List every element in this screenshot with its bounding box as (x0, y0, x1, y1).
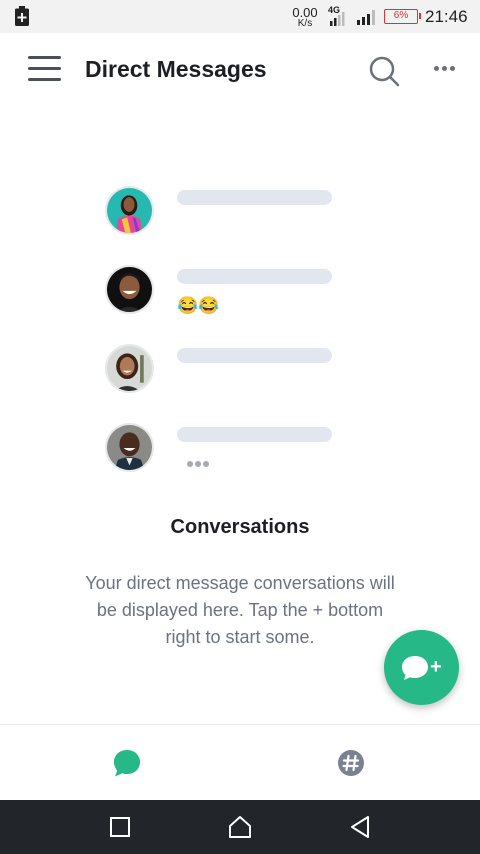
page-title: Direct Messages (85, 56, 267, 82)
placeholder-conversation (105, 344, 345, 394)
search-icon[interactable] (368, 55, 400, 87)
hashtag-icon[interactable] (333, 745, 369, 781)
new-chat-plus-icon: + (402, 656, 442, 680)
empty-state-title: Conversations (170, 516, 310, 538)
fab-plus-label: + (430, 656, 442, 678)
back-icon[interactable] (346, 813, 374, 841)
network-speed: 0.00 K/s (288, 6, 322, 29)
placeholder-conversation (105, 423, 345, 473)
message-placeholder-bar (177, 427, 332, 442)
avatar-man-smiling (105, 423, 154, 472)
system-navigation-bar (0, 800, 480, 854)
bottom-tab-bar (0, 724, 480, 800)
message-placeholder-bar (177, 348, 332, 363)
typing-indicator-icon (187, 461, 211, 469)
laughing-emoji: 😂😂 (177, 296, 220, 315)
direct-messages-screen: 0.00 K/s 4G 6% 21:46 Direct Messages 😂😂 … (0, 0, 480, 854)
signal-icon (357, 10, 375, 25)
network-speed-unit: K/s (297, 18, 313, 29)
battery-percent: 6% (393, 10, 409, 21)
placeholder-conversation (105, 186, 345, 236)
message-placeholder-bar (177, 190, 332, 205)
placeholder-conversation: 😂😂 (105, 265, 345, 315)
recent-apps-icon[interactable] (106, 813, 134, 841)
avatar-man-laughing (105, 265, 154, 314)
avatar-woman-colorful-top (105, 186, 154, 235)
new-conversation-button[interactable]: + (384, 630, 459, 705)
status-bar: 0.00 K/s 4G 6% 21:46 (0, 0, 480, 33)
app-header: Direct Messages (0, 33, 480, 109)
avatar-woman-smiling (105, 344, 154, 393)
home-icon[interactable] (226, 813, 254, 841)
more-options-icon[interactable] (432, 65, 458, 73)
message-placeholder-bar (177, 269, 332, 284)
hamburger-menu-icon[interactable] (28, 56, 62, 82)
battery-icon: 6% (384, 9, 421, 24)
chat-bubble-icon[interactable] (109, 745, 145, 781)
empty-state-description: Your direct message conversations will b… (85, 573, 395, 647)
signal-4g-icon: 4G (328, 5, 345, 26)
svg-text:4G: 4G (328, 5, 340, 15)
battery-charging-icon (15, 6, 29, 26)
clock: 21:46 (425, 7, 468, 26)
